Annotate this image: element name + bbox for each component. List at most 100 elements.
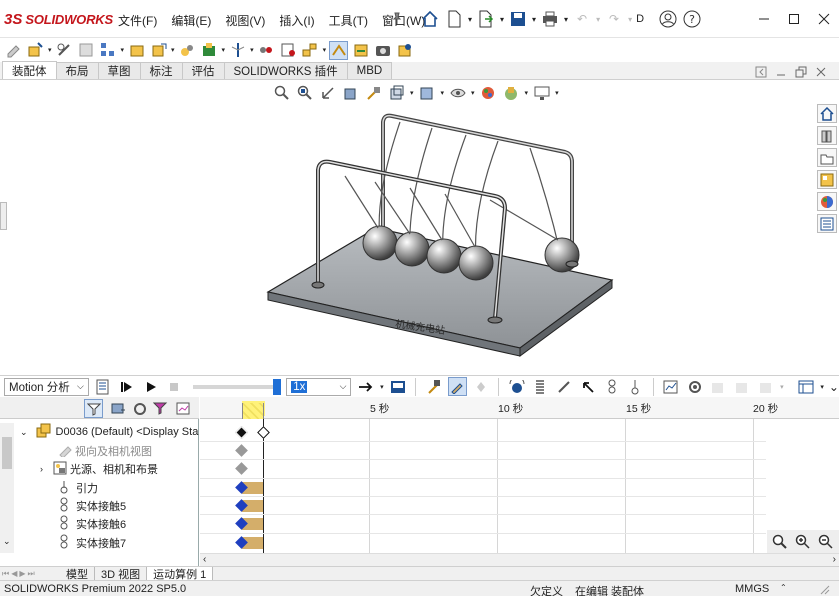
smart-fasteners-icon[interactable] bbox=[127, 41, 146, 60]
feature-tree-flyout-handle[interactable] bbox=[0, 202, 7, 230]
chevron-down-icon[interactable]: ▾ bbox=[596, 15, 600, 24]
tab-solidworks-addins[interactable]: SOLIDWORKS 插件 bbox=[223, 62, 348, 79]
view-palette-icon[interactable] bbox=[817, 170, 837, 189]
save-animation-icon[interactable] bbox=[389, 377, 408, 396]
menu-tools[interactable]: 工具(T) bbox=[329, 12, 368, 29]
scroll-left-arrow[interactable]: ‹ bbox=[203, 554, 206, 565]
apply-scene-icon[interactable] bbox=[502, 83, 521, 102]
tab-evaluate[interactable]: 评估 bbox=[181, 62, 225, 79]
filter-animated-icon[interactable] bbox=[84, 399, 103, 418]
tree-row[interactable]: 实体接触7 bbox=[58, 534, 126, 552]
filter-plots-icon[interactable] bbox=[174, 399, 193, 418]
file-explorer-icon[interactable] bbox=[817, 148, 837, 167]
stop-icon[interactable] bbox=[165, 377, 184, 396]
unit-system[interactable]: MMGS bbox=[735, 583, 769, 595]
chevron-down-icon[interactable]: ▾ bbox=[121, 46, 125, 54]
chevron-down-icon[interactable]: ▾ bbox=[780, 383, 784, 391]
tab-scroll-controls[interactable]: ⏮ ◀ ▶ ⏭ bbox=[0, 567, 60, 581]
user-account-icon[interactable] bbox=[658, 9, 678, 29]
design-library-icon[interactable] bbox=[817, 126, 837, 145]
display-style-icon[interactable] bbox=[418, 83, 437, 102]
force-icon[interactable] bbox=[579, 377, 598, 396]
collapse-motion-manager-icon[interactable]: ⌄ bbox=[829, 380, 839, 394]
playback-mode-icon[interactable] bbox=[356, 377, 375, 396]
restore-split-icon[interactable] bbox=[755, 66, 767, 81]
time-bar[interactable] bbox=[242, 403, 264, 419]
close-button[interactable] bbox=[809, 6, 839, 32]
study-type-select[interactable]: Motion 分析 ⌵ bbox=[4, 377, 89, 396]
doc-close-button[interactable] bbox=[815, 66, 827, 81]
tree-root-row[interactable]: ⌄ D0036 (Default) <Display Sta bbox=[20, 423, 198, 441]
tab-sketch[interactable]: 草图 bbox=[97, 62, 141, 79]
newtons-cradle-model[interactable]: 机械充电站 bbox=[0, 80, 839, 368]
menu-insert[interactable]: 插入(I) bbox=[279, 12, 314, 29]
doc-minimize-button[interactable] bbox=[775, 66, 787, 81]
chevron-down-icon[interactable]: ▾ bbox=[441, 89, 445, 97]
zoom-in-icon[interactable] bbox=[794, 533, 813, 552]
calculate-icon[interactable] bbox=[94, 377, 113, 396]
reference-geometry-icon[interactable] bbox=[228, 41, 247, 60]
pin-icon[interactable] bbox=[391, 12, 403, 27]
component-preview-icon[interactable] bbox=[77, 41, 96, 60]
home-icon[interactable] bbox=[420, 9, 440, 29]
show-hidden-icon[interactable] bbox=[178, 41, 197, 60]
tab-mbd[interactable]: MBD bbox=[346, 62, 393, 79]
exploded-view-icon[interactable] bbox=[301, 41, 320, 60]
chevron-right-icon[interactable]: › bbox=[40, 464, 43, 474]
assembly-features-icon[interactable] bbox=[200, 41, 219, 60]
scroll-first-icon[interactable]: ⏮ bbox=[2, 569, 9, 579]
chevron-down-icon[interactable]: ▾ bbox=[48, 46, 52, 54]
linear-pattern-icon[interactable] bbox=[99, 41, 118, 60]
zoom-to-fit-timeline-icon[interactable] bbox=[817, 533, 836, 552]
take-snapshot-icon[interactable] bbox=[373, 41, 392, 60]
filter-results-icon[interactable] bbox=[151, 399, 170, 418]
chevron-down-icon[interactable]: ▾ bbox=[250, 46, 254, 54]
chevron-down-icon[interactable]: ▾ bbox=[171, 46, 175, 54]
tab-motion-study-1[interactable]: 运动算例 1 bbox=[147, 566, 214, 581]
chevron-down-icon[interactable]: ▾ bbox=[555, 89, 559, 97]
filter-selected-icon[interactable] bbox=[130, 399, 149, 418]
edit-component-icon[interactable] bbox=[4, 41, 23, 60]
maximize-button[interactable] bbox=[779, 6, 809, 32]
chevron-down-icon[interactable]: ▾ bbox=[471, 89, 475, 97]
undo-icon[interactable]: ↶ bbox=[572, 9, 592, 29]
play-from-start-icon[interactable] bbox=[118, 377, 137, 396]
tree-vertical-scrollbar[interactable]: ⌄ bbox=[0, 423, 14, 553]
tab-3d-views[interactable]: 3D 视图 bbox=[95, 566, 148, 581]
save-icon[interactable] bbox=[508, 9, 528, 29]
chevron-down-icon[interactable]: ▾ bbox=[468, 15, 472, 24]
new-document-icon[interactable] bbox=[444, 9, 464, 29]
appearances-icon[interactable] bbox=[817, 192, 837, 211]
chevron-down-icon[interactable]: ▾ bbox=[410, 89, 414, 97]
print-icon[interactable] bbox=[540, 9, 560, 29]
slider-thumb[interactable] bbox=[273, 378, 282, 395]
autokey-icon[interactable] bbox=[448, 377, 467, 396]
minimize-button[interactable] bbox=[749, 6, 779, 32]
spring-icon[interactable] bbox=[531, 377, 550, 396]
layout-options-icon[interactable] bbox=[797, 377, 816, 396]
play-icon[interactable] bbox=[141, 377, 160, 396]
solidworks-resources-icon[interactable] bbox=[817, 104, 837, 123]
menu-edit[interactable]: 编辑(E) bbox=[171, 12, 211, 29]
chevron-down-icon[interactable]: ▾ bbox=[628, 15, 632, 24]
view-settings-icon[interactable] bbox=[532, 83, 551, 102]
tree-row[interactable]: › 光源、相机和布景 bbox=[40, 460, 158, 478]
simulation-results-icon[interactable] bbox=[733, 377, 752, 396]
scroll-last-icon[interactable]: ⏭ bbox=[28, 569, 35, 579]
update-speedpak-icon[interactable] bbox=[351, 41, 370, 60]
chevron-down-icon[interactable]: ⌄ bbox=[20, 427, 28, 438]
document-name[interactable]: D bbox=[636, 13, 644, 25]
large-assembly-icon[interactable] bbox=[395, 41, 414, 60]
chevron-down-icon[interactable]: ▾ bbox=[500, 15, 504, 24]
tree-row[interactable]: 实体接触6 bbox=[58, 515, 126, 533]
redo-icon[interactable]: ↷ bbox=[604, 9, 624, 29]
chevron-down-icon[interactable]: ▾ bbox=[564, 15, 568, 24]
simulation-setup-icon[interactable] bbox=[709, 377, 728, 396]
chevron-down-icon[interactable]: ▾ bbox=[525, 89, 529, 97]
chevron-down-icon[interactable]: ▾ bbox=[380, 383, 384, 391]
scroll-right-arrow[interactable]: › bbox=[833, 554, 836, 565]
contact-icon[interactable] bbox=[602, 377, 621, 396]
chevron-down-icon[interactable]: ▾ bbox=[820, 383, 824, 391]
menu-file[interactable]: 文件(F) bbox=[118, 12, 157, 29]
tab-markup[interactable]: 标注 bbox=[139, 62, 183, 79]
